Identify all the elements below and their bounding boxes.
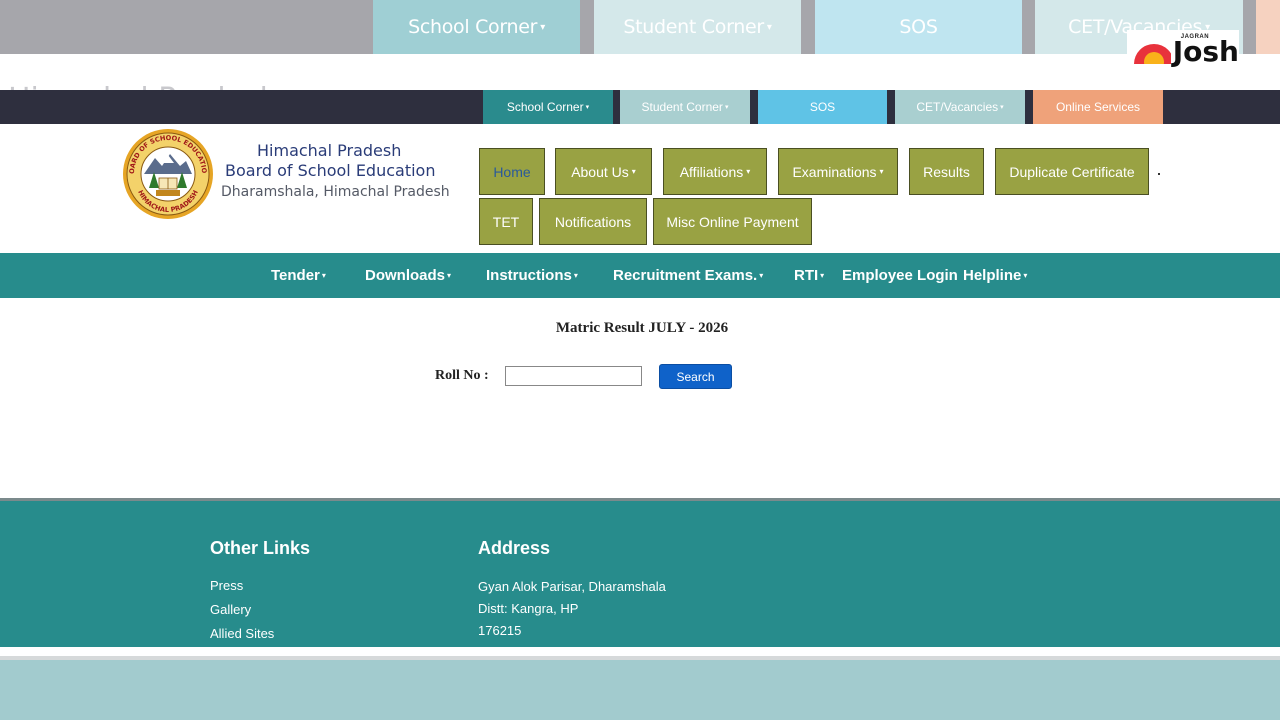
result-page-title: Matric Result JULY - 2026 xyxy=(555,320,729,336)
nav-label: About Us xyxy=(571,163,629,180)
secondary-nav-label: RTI xyxy=(794,267,819,284)
roll-number-input[interactable] xyxy=(505,366,642,386)
nav-label: Misc Online Payment xyxy=(666,213,799,230)
util-tab-sos[interactable]: SOS xyxy=(758,90,887,124)
caret-down-icon: ▾ xyxy=(820,271,825,280)
footer-link-allied-sites[interactable]: Allied Sites xyxy=(210,626,274,641)
caret-down-icon: ▾ xyxy=(746,167,751,176)
caret-down-icon: ▾ xyxy=(1023,271,1028,280)
caret-down-icon: ▾ xyxy=(879,167,884,176)
footer-address-line: Gyan Alok Parisar, Dharamshala xyxy=(478,579,666,594)
nav-label: Home xyxy=(493,163,531,180)
footer-other-links-heading: Other Links xyxy=(210,538,311,558)
secondary-nav-label: Recruitment Exams. xyxy=(613,267,758,284)
footer-link-gallery[interactable]: Gallery xyxy=(210,602,251,617)
secondary-nav-label: Tender xyxy=(271,267,320,284)
nav-tet[interactable]: TET xyxy=(479,198,533,245)
jagran-josh-logo: JAGRAN Josh xyxy=(1127,30,1239,74)
util-tab-cet-vacancies[interactable]: CET/Vacancies ▾ xyxy=(895,90,1025,124)
nav-label: Duplicate Certificate xyxy=(1009,163,1135,180)
board-seal-logo: BOARD OF SCHOOL EDUCATION HIMACHAL PRADE… xyxy=(122,128,213,219)
secondary-nav-instructions[interactable]: Instructions ▾ xyxy=(486,253,578,298)
nav-label: Notifications xyxy=(554,213,632,230)
footer-address-line: 176215 xyxy=(478,623,522,638)
roll-number-label: Roll No : xyxy=(435,368,489,383)
brand-line-3: Dharamshala, Himachal Pradesh xyxy=(221,184,450,200)
nav-examinations[interactable]: Examinations ▾ xyxy=(778,148,898,195)
nav-notifications[interactable]: Notifications xyxy=(539,198,647,245)
secondary-nav-downloads[interactable]: Downloads ▾ xyxy=(365,253,451,298)
caret-down-icon: ▾ xyxy=(585,104,590,111)
nav-label: TET xyxy=(492,213,520,230)
nav-label: Results xyxy=(923,163,970,180)
brand-title-block: Himachal Pradesh Board of School Educati… xyxy=(221,141,450,203)
util-tab-label: Online Services xyxy=(1055,100,1141,114)
brand-line-2: Board of School Education xyxy=(225,161,436,180)
brand-line-1: Himachal Pradesh xyxy=(257,141,402,160)
sun-logo-icon xyxy=(1133,40,1171,64)
search-button[interactable]: Search xyxy=(659,364,732,389)
site-footer xyxy=(0,501,1280,647)
zoom-tab-school-corner: School Corner ▾ xyxy=(373,0,580,54)
zoom-tab-sos: SOS xyxy=(815,0,1022,54)
secondary-nav-recruitment-exams[interactable]: Recruitment Exams. ▾ xyxy=(613,253,763,298)
util-tab-label: CET/Vacancies xyxy=(916,100,999,114)
secondary-nav-label: Employee Login xyxy=(842,267,958,284)
caret-down-icon: ▾ xyxy=(724,104,729,111)
secondary-nav-tender[interactable]: Tender ▾ xyxy=(271,253,326,298)
caret-down-icon: ▾ xyxy=(1000,104,1004,111)
nav-label: Examinations xyxy=(792,163,877,180)
caret-down-icon: ▾ xyxy=(759,271,764,280)
zoom-tab-student-corner: Student Corner ▾ xyxy=(594,0,801,54)
nav-affiliations[interactable]: Affiliations ▾ xyxy=(663,148,767,195)
nav-duplicate-certificate[interactable]: Duplicate Certificate xyxy=(995,148,1149,195)
caret-down-icon: ▾ xyxy=(540,21,545,33)
stray-dot xyxy=(1158,173,1160,175)
zoomed-bottom-strip xyxy=(0,660,1280,720)
nav-label: Affiliations xyxy=(679,163,744,180)
nav-about-us[interactable]: About Us ▾ xyxy=(555,148,652,195)
util-tab-online-services[interactable]: Online Services xyxy=(1033,90,1163,124)
util-tab-student-corner[interactable]: Student Corner ▾ xyxy=(620,90,750,124)
caret-down-icon: ▾ xyxy=(447,271,452,280)
caret-down-icon: ▾ xyxy=(766,21,772,33)
zoom-tab-label: Student Corner xyxy=(623,16,764,38)
logo-small-text: JAGRAN xyxy=(1180,34,1210,40)
nav-home[interactable]: Home xyxy=(479,148,545,195)
secondary-nav-label: Instructions xyxy=(486,267,572,284)
secondary-nav-helpline[interactable]: Helpline ▾ xyxy=(963,253,1027,298)
util-tab-label: Student Corner xyxy=(641,100,723,114)
caret-down-icon: ▾ xyxy=(631,167,636,176)
footer-address-line: Distt: Kangra, HP xyxy=(478,601,579,616)
nav-misc-online-payment[interactable]: Misc Online Payment xyxy=(653,198,812,245)
util-tab-school-corner[interactable]: School Corner ▾ xyxy=(483,90,613,124)
util-tab-label: School Corner xyxy=(506,100,584,114)
nav-results[interactable]: Results xyxy=(909,148,984,195)
util-tab-label: SOS xyxy=(809,100,836,114)
secondary-nav-rti[interactable]: RTI ▾ xyxy=(794,253,824,298)
zoom-tab-edge xyxy=(1256,0,1280,54)
footer-address-heading: Address xyxy=(478,538,551,558)
secondary-nav-label: Downloads xyxy=(365,267,446,284)
caret-down-icon: ▾ xyxy=(573,271,578,280)
secondary-nav-label: Helpline xyxy=(963,267,1022,284)
zoom-tab-label: School Corner xyxy=(408,16,538,38)
secondary-nav-employee-login[interactable]: Employee Login xyxy=(842,253,958,298)
caret-down-icon: ▾ xyxy=(321,271,326,280)
footer-link-press[interactable]: Press xyxy=(210,578,243,593)
zoom-tab-label: SOS xyxy=(899,16,938,38)
